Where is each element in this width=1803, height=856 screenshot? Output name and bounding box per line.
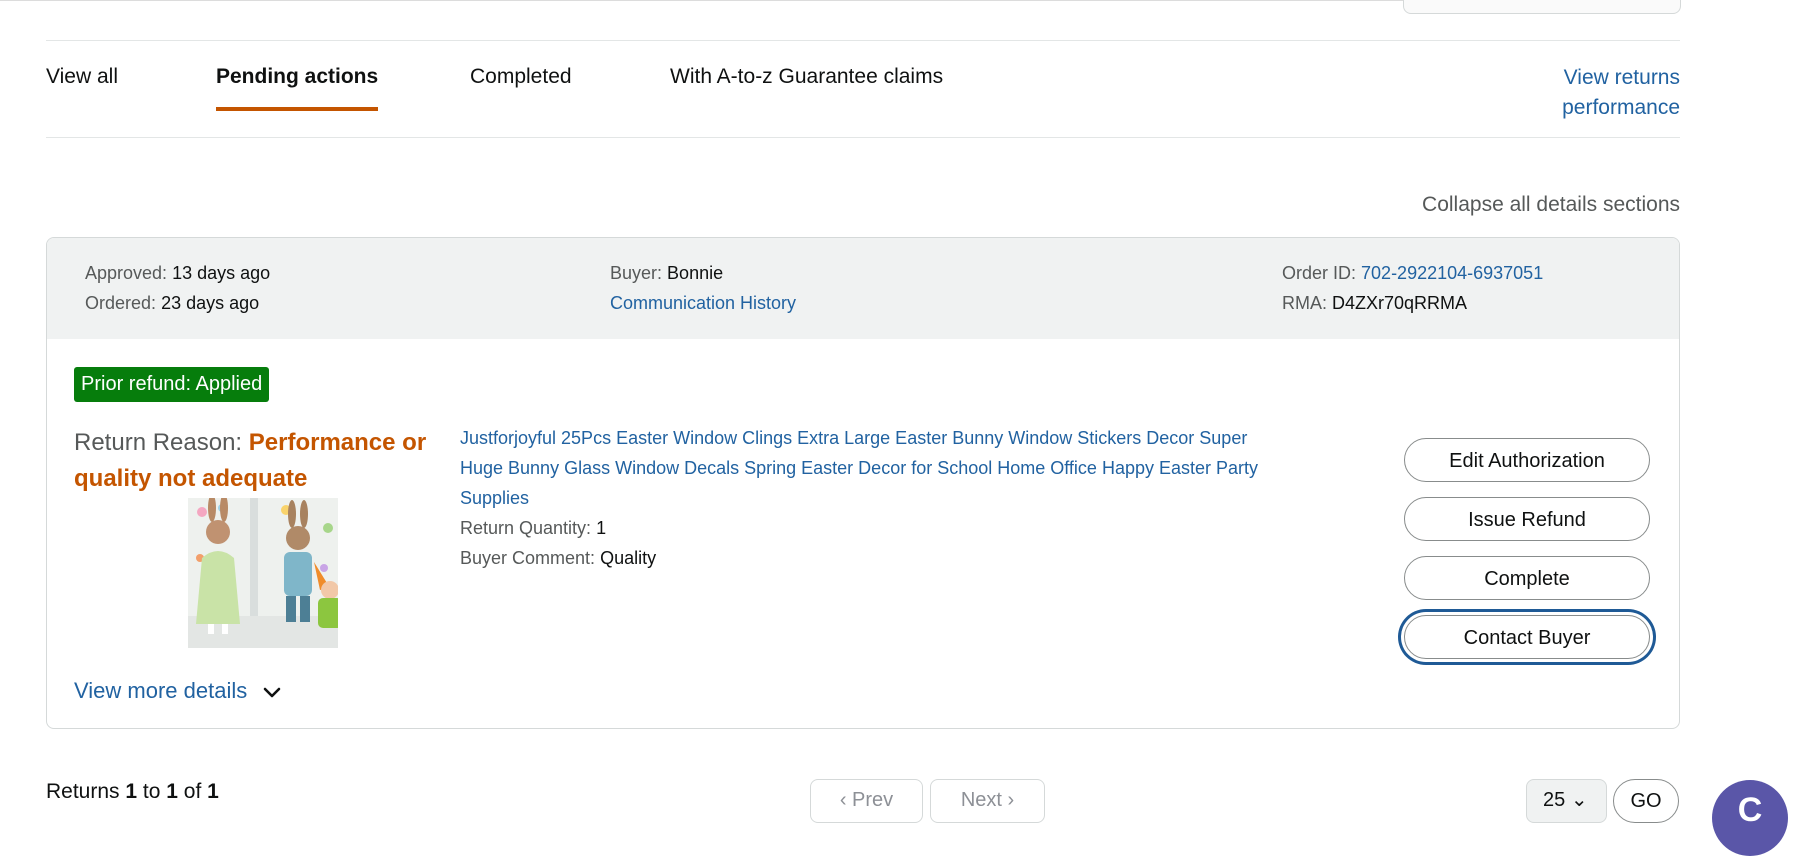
returns-total: 1 [207, 780, 219, 803]
buyer-row: Buyer: Bonnie [610, 258, 796, 288]
go-button[interactable]: GO [1613, 779, 1679, 823]
product-details: Justforjoyful 25Pcs Easter Window Clings… [460, 423, 1260, 573]
per-page-value: 25 [1543, 789, 1566, 811]
returns-performance-line2: performance [1562, 96, 1680, 119]
returns-count: Returns 1 to 1 of 1 [46, 780, 219, 804]
edit-authorization-button[interactable]: Edit Authorization [1404, 438, 1650, 482]
return-card-header: Approved: 13 days ago Ordered: 23 days a… [47, 238, 1679, 339]
buyer-comment-value: Quality [600, 548, 657, 568]
order-id-row: Order ID: 702-2922104-6937051 [1282, 258, 1543, 288]
return-quantity-value: 1 [596, 518, 607, 538]
return-reason-label: Return Reason: [74, 429, 243, 456]
rma-label: RMA: [1282, 293, 1327, 313]
tab-pending-actions[interactable]: Pending actions [216, 65, 379, 111]
view-more-details-label: View more details [74, 678, 248, 703]
returns-to: 1 [166, 780, 178, 803]
top-search-box[interactable] [1403, 0, 1681, 14]
issue-refund-button[interactable]: Issue Refund [1404, 497, 1650, 541]
return-quantity-row: Return Quantity: 1 [460, 513, 1260, 543]
chevron-left-icon: ‹ [839, 789, 847, 811]
buyer-label: Buyer: [610, 263, 663, 283]
communication-history-link[interactable]: Communication History [610, 293, 796, 313]
view-returns-performance-link[interactable]: View returns performance [1480, 63, 1680, 123]
approved-row: Approved: 13 days ago [85, 258, 270, 288]
returns-prefix: Returns [46, 780, 120, 803]
returns-to-word: to [142, 780, 161, 803]
chat-help-icon[interactable]: C [1712, 780, 1788, 856]
tab-completed[interactable]: Completed [470, 65, 572, 107]
product-title-link[interactable]: Justforjoyful 25Pcs Easter Window Clings… [460, 423, 1260, 513]
dates-column: Approved: 13 days ago Ordered: 23 days a… [85, 258, 270, 318]
rma-value: D4ZXr70qRRMA [1332, 293, 1468, 313]
return-quantity-label: Return Quantity: [460, 518, 592, 538]
approved-value: 13 days ago [172, 263, 271, 283]
prev-label: Prev [852, 789, 894, 811]
view-more-details-link[interactable]: View more details [74, 678, 281, 705]
buyer-comment-label: Buyer Comment: [460, 548, 596, 568]
chevron-right-icon: › [1007, 789, 1015, 811]
returns-from: 1 [125, 780, 138, 803]
returns-of-word: of [183, 780, 202, 803]
order-id-label: Order ID: [1282, 263, 1357, 283]
next-label: Next [960, 789, 1002, 811]
collapse-all-details-link[interactable]: Collapse all details sections [1422, 193, 1680, 217]
buyer-value: Bonnie [667, 263, 724, 283]
buyer-comment-row: Buyer Comment: Quality [460, 543, 1260, 573]
rma-row: RMA: D4ZXr70qRRMA [1282, 288, 1543, 318]
chevron-down-icon [263, 679, 281, 705]
tab-atoz-claims[interactable]: With A-to-z Guarantee claims [670, 65, 943, 107]
buyer-column: Buyer: Bonnie Communication History [610, 258, 796, 318]
order-column: Order ID: 702-2922104-6937051 RMA: D4ZXr… [1282, 258, 1543, 318]
ordered-label: Ordered: [85, 293, 157, 313]
prior-refund-badge: Prior refund: Applied [74, 367, 270, 402]
ordered-value: 23 days ago [161, 293, 260, 313]
returns-performance-line1: View returns [1563, 66, 1680, 89]
bunny-decal-image [188, 498, 338, 648]
prev-page-button[interactable]: ‹ Prev [810, 779, 923, 823]
product-thumbnail[interactable] [188, 498, 338, 648]
chevron-down-icon: ⌄ [1570, 789, 1588, 811]
tab-view-all[interactable]: View all [46, 65, 118, 107]
results-per-page-select[interactable]: 25 ⌄ [1526, 779, 1607, 823]
approved-label: Approved: [85, 263, 168, 283]
returns-tabs: View all Pending actions Completed With … [46, 40, 1680, 138]
contact-buyer-button[interactable]: Contact Buyer [1404, 615, 1650, 659]
ordered-row: Ordered: 23 days ago [85, 288, 270, 318]
return-reason: Return Reason: Performance or quality no… [74, 425, 444, 497]
next-page-button[interactable]: Next › [930, 779, 1045, 823]
complete-button[interactable]: Complete [1404, 556, 1650, 600]
return-card: Approved: 13 days ago Ordered: 23 days a… [46, 237, 1680, 729]
order-id-link[interactable]: 702-2922104-6937051 [1361, 263, 1543, 283]
